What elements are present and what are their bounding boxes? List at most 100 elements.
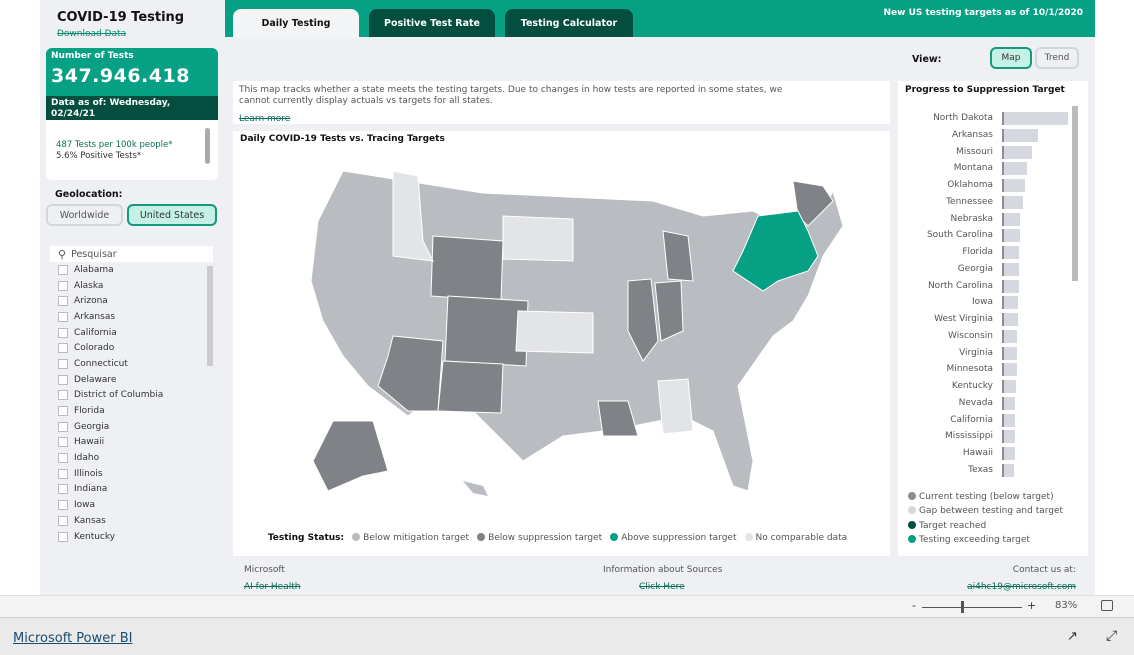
progress-bar-row[interactable]: Missouri (898, 145, 1078, 160)
share-icon[interactable]: ↗ (1067, 629, 1078, 644)
progress-scrollbar[interactable] (1072, 106, 1078, 281)
checkbox[interactable] (58, 358, 68, 369)
checkbox[interactable] (58, 437, 68, 448)
card-scrollbar[interactable] (205, 128, 210, 164)
gap-bar (1002, 229, 1020, 243)
checkbox[interactable] (58, 264, 68, 275)
progress-bar-row[interactable]: Hawaii (898, 447, 1078, 461)
united-states-button[interactable]: United States (127, 204, 217, 226)
progress-bar-row[interactable]: Arkansas (898, 128, 1078, 143)
tab-positive-test-rate[interactable]: Positive Test Rate (369, 9, 495, 37)
expand-icon[interactable]: ⤢ (1106, 628, 1117, 644)
bar-label: Florida (962, 247, 993, 257)
checkbox[interactable] (58, 296, 68, 307)
state-filter-item[interactable]: Idaho (50, 450, 213, 466)
contact-email-link[interactable]: ai4hc19@microsoft.com (967, 582, 1076, 592)
list-scrollbar[interactable] (207, 266, 213, 366)
sidebar: COVID-19 Testing Download Data Number of… (40, 0, 225, 595)
current-bar (1002, 313, 1004, 326)
state-alabama (657, 378, 694, 435)
state-filter-item[interactable]: Iowa (50, 497, 213, 513)
search-input[interactable]: ⚲ Pesquisar (50, 246, 213, 262)
progress-bar-row[interactable]: Oklahoma (898, 179, 1078, 193)
checkbox[interactable] (58, 453, 68, 464)
progress-bar-row[interactable]: Georgia (898, 262, 1078, 277)
state-filter-item[interactable]: Kentucky (50, 529, 213, 545)
progress-bar-row[interactable]: Tennessee (898, 195, 1078, 210)
checkbox[interactable] (58, 500, 68, 511)
state-michigan (662, 230, 694, 282)
state-filter-item[interactable]: Arizona (50, 293, 213, 309)
progress-bar-row[interactable]: Iowa (898, 296, 1078, 310)
gap-bar (1002, 262, 1019, 276)
tab-testing-calculator[interactable]: Testing Calculator (505, 9, 633, 37)
ai-for-health-link[interactable]: AI for Health (244, 582, 300, 592)
state-filter-item[interactable]: Alaska (50, 278, 213, 294)
bar-label: Kentucky (951, 381, 993, 391)
tests-label: Number of Tests (51, 51, 134, 61)
progress-bar-row[interactable]: California (898, 413, 1078, 428)
progress-bar-row[interactable]: Florida (898, 246, 1078, 260)
progress-bar-row[interactable]: Nebraska (898, 212, 1078, 227)
checkbox[interactable] (58, 280, 68, 291)
checkbox[interactable] (58, 468, 68, 479)
progress-bar-row[interactable]: Kentucky (898, 380, 1078, 394)
progress-bar-row[interactable]: Minnesota (898, 363, 1078, 377)
checkbox[interactable] (58, 343, 68, 354)
progress-bar-row[interactable]: Montana (898, 162, 1078, 176)
state-filter-item[interactable]: Arkansas (50, 309, 213, 325)
state-filter-item[interactable]: Hawaii (50, 435, 213, 451)
checkbox[interactable] (58, 421, 68, 432)
progress-bar-row[interactable]: Texas (898, 463, 1078, 478)
checkbox[interactable] (58, 327, 68, 338)
zoom-slider[interactable] (922, 607, 1022, 608)
state-filter-item[interactable]: Florida (50, 403, 213, 419)
worldwide-button[interactable]: Worldwide (46, 204, 123, 226)
trend-view-button[interactable]: Trend (1035, 47, 1079, 69)
current-bar (1002, 380, 1004, 393)
us-map[interactable] (233, 131, 890, 531)
checkbox[interactable] (58, 531, 68, 542)
fit-to-page-icon[interactable] (1101, 600, 1113, 611)
state-label: Delaware (74, 374, 117, 385)
state-filter-item[interactable]: Alabama (50, 262, 213, 278)
state-filter-item[interactable]: Kansas (50, 513, 213, 529)
zoom-out-button[interactable]: - (912, 599, 916, 612)
map-view-button[interactable]: Map (990, 47, 1032, 69)
state-filter-item[interactable]: Delaware (50, 372, 213, 388)
progress-bar-row[interactable]: Mississippi (898, 430, 1078, 444)
progress-bar-row[interactable]: Virginia (898, 346, 1078, 361)
progress-bar-row[interactable]: North Dakota (898, 112, 1078, 126)
learn-more-link[interactable]: Learn more (239, 114, 290, 125)
checkbox[interactable] (58, 390, 68, 401)
progress-bar-row[interactable]: South Carolina (898, 229, 1078, 243)
state-filter-item[interactable]: California (50, 325, 213, 341)
progress-bar-row[interactable]: North Carolina (898, 279, 1078, 294)
progress-bar-row[interactable]: West Virginia (898, 313, 1078, 327)
progress-bar-row[interactable]: Nevada (898, 396, 1078, 411)
state-filter-item[interactable]: Indiana (50, 482, 213, 498)
state-filter-item[interactable]: Illinois (50, 466, 213, 482)
state-filter-item[interactable]: Colorado (50, 340, 213, 356)
checkbox[interactable] (58, 311, 68, 322)
click-here-link[interactable]: Click Here (639, 582, 685, 592)
tab-daily-testing[interactable]: Daily Testing (233, 9, 359, 37)
state-filter-item[interactable]: Georgia (50, 419, 213, 435)
download-data-link[interactable]: Download Data (57, 29, 126, 39)
state-filter-item[interactable]: Connecticut (50, 356, 213, 372)
gap-bar (1002, 363, 1017, 377)
checkbox[interactable] (58, 515, 68, 526)
checkbox[interactable] (58, 484, 68, 495)
progress-bar-row[interactable]: Wisconsin (898, 329, 1078, 344)
current-bar (1002, 346, 1004, 360)
powerbi-footer: Microsoft Power BI ↗ ⤢ (0, 618, 1134, 655)
zoom-slider-handle[interactable] (961, 601, 964, 613)
legend-dot (352, 533, 361, 541)
legend-label: Above suppression target (621, 533, 737, 543)
powerbi-link[interactable]: Microsoft Power BI (13, 631, 132, 646)
current-bar (1002, 145, 1004, 159)
state-filter-item[interactable]: District of Columbia (50, 388, 213, 404)
checkbox[interactable] (58, 374, 68, 385)
zoom-in-button[interactable]: + (1027, 599, 1036, 612)
checkbox[interactable] (58, 406, 68, 417)
